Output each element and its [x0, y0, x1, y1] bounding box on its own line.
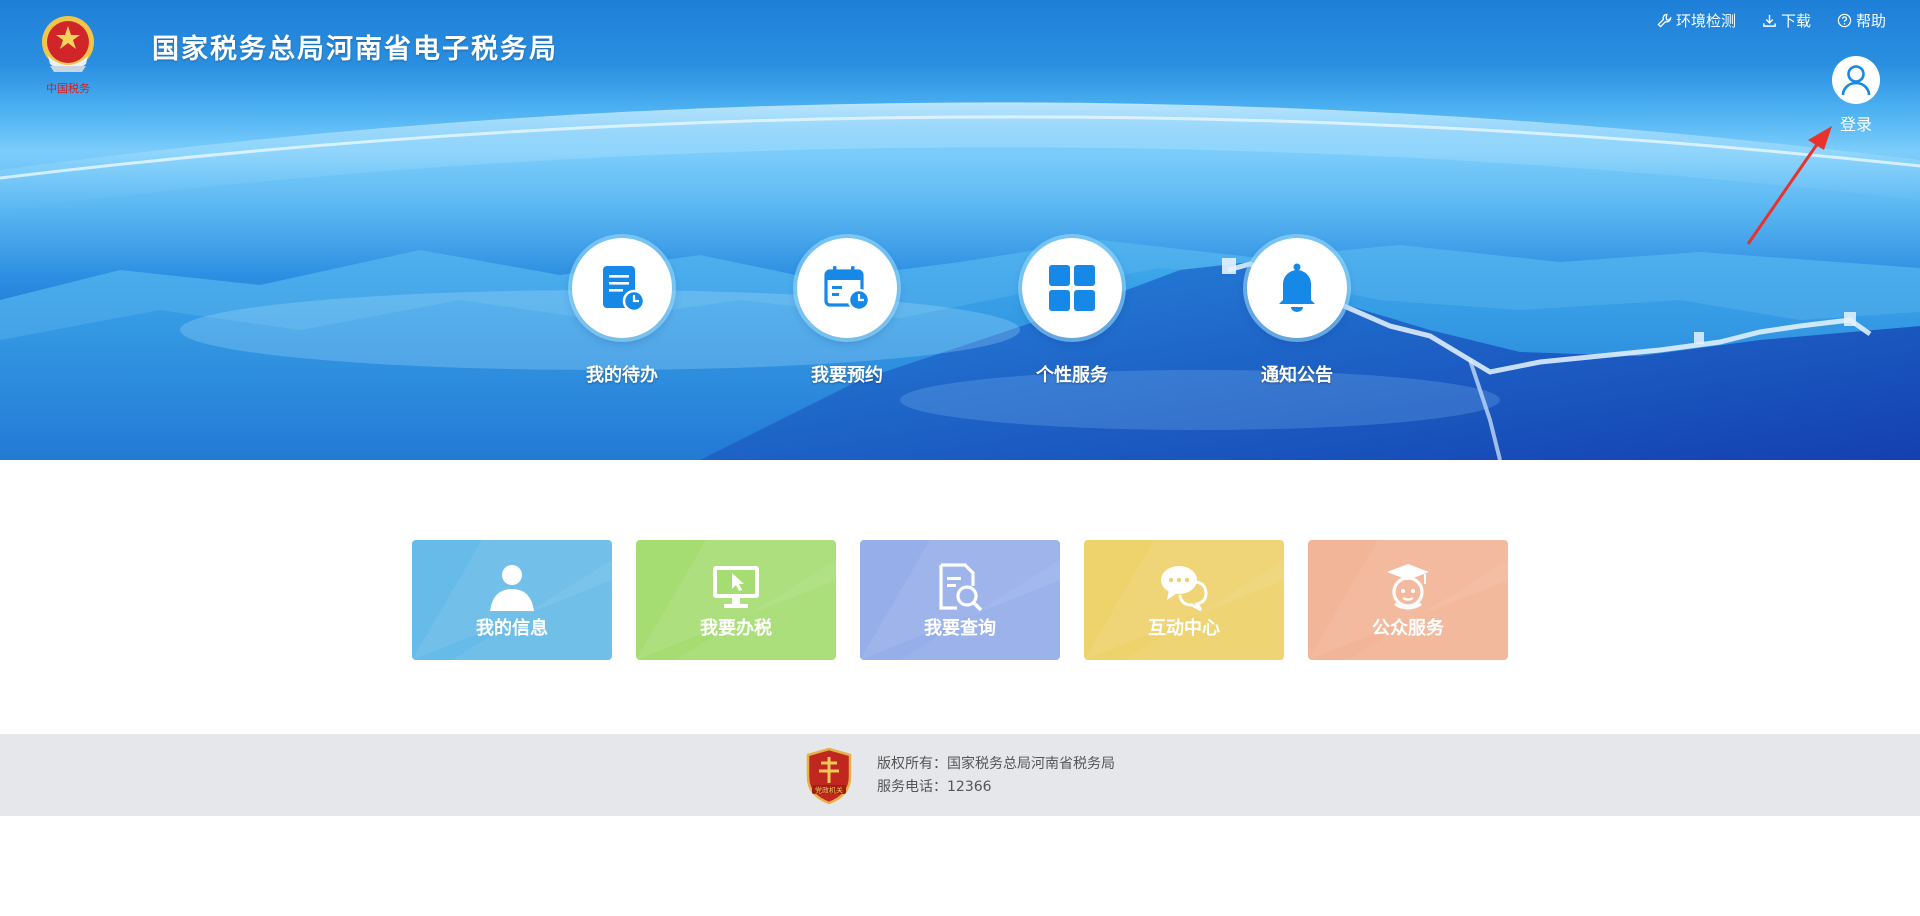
quick-entry-todo[interactable]: 我的待办	[562, 238, 682, 387]
quick-entry-notice-label: 通知公告	[1261, 365, 1333, 386]
help-label: 帮助	[1855, 12, 1886, 30]
help-circle-icon	[1837, 13, 1852, 28]
tile-query[interactable]: 我要查询	[860, 540, 1060, 660]
environment-check-link[interactable]: 环境检测	[1657, 10, 1736, 31]
badge-text: 党政机关	[815, 786, 843, 795]
environment-check-label: 环境检测	[1675, 12, 1736, 30]
quick-entry-appointment[interactable]: 我要预约	[787, 238, 907, 387]
utility-links: 环境检测 下载 帮助	[1657, 10, 1886, 31]
download-link[interactable]: 下载	[1762, 10, 1811, 31]
grid-icon	[1049, 265, 1095, 311]
monitor-cursor-icon	[713, 566, 759, 608]
service-phone-text: 服务电话：12366	[877, 779, 992, 795]
hero-banner: 中国税务 国家税务总局河南省电子税务局 环境检测 下载 帮助 登录 我的待办 我…	[0, 0, 1920, 460]
quick-entry-appointment-circle[interactable]	[797, 238, 897, 338]
wrench-icon	[1657, 13, 1672, 28]
copyright-text: 版权所有：国家税务总局河南省税务局	[877, 756, 1115, 772]
tax-emblem-logo: 中国税务	[42, 16, 94, 95]
quick-entry-notice[interactable]: 通知公告	[1237, 238, 1357, 387]
footer-text: 版权所有：国家税务总局河南省税务局 服务电话：12366	[877, 753, 1115, 799]
document-search-icon	[939, 563, 983, 612]
quick-entry-personal-service-circle[interactable]	[1022, 238, 1122, 338]
chat-bubbles-icon	[1161, 566, 1208, 612]
red-pointer-arrow-annotation	[1746, 126, 1832, 245]
tile-my-info[interactable]: 我的信息	[412, 540, 612, 660]
quick-entry-appointment-label: 我要预约	[811, 365, 883, 386]
emblem-text: 中国税务	[46, 81, 90, 95]
tile-handle-tax-label: 我要办税	[700, 618, 772, 639]
user-icon	[1841, 65, 1871, 96]
tile-handle-tax[interactable]: 我要办税	[636, 540, 836, 660]
tile-interaction-center[interactable]: 互动中心	[1084, 540, 1284, 660]
quick-entry-personal-service-label: 个性服务	[1036, 365, 1108, 386]
person-icon	[490, 565, 534, 611]
quick-entry-personal-service[interactable]: 个性服务	[1012, 238, 1132, 387]
quick-entry-notice-circle[interactable]	[1247, 238, 1347, 338]
tile-public-service-label: 公众服务	[1372, 618, 1444, 639]
tile-my-info-label: 我的信息	[476, 618, 548, 639]
tile-public-service[interactable]: 公众服务	[1308, 540, 1508, 660]
footer: 党政机关 版权所有：国家税务总局河南省税务局 服务电话：12366	[0, 734, 1920, 816]
quick-entry-todo-label: 我的待办	[586, 365, 658, 386]
site-title: 国家税务总局河南省电子税务局	[152, 33, 558, 65]
login-button[interactable]: 登录	[1830, 56, 1882, 135]
party-government-badge-icon[interactable]: 党政机关	[804, 747, 854, 805]
bell-icon	[1279, 263, 1315, 312]
download-icon	[1763, 14, 1776, 27]
calendar-clock-icon	[824, 266, 871, 312]
download-label: 下载	[1780, 12, 1811, 30]
brand: 中国税务 国家税务总局河南省电子税务局	[34, 12, 558, 96]
login-avatar[interactable]	[1832, 56, 1880, 104]
tile-query-label: 我要查询	[924, 618, 996, 639]
graduate-icon	[1387, 564, 1429, 610]
quick-entry-todo-circle[interactable]	[572, 238, 672, 338]
tile-interaction-center-label: 互动中心	[1148, 618, 1220, 639]
todo-document-clock-icon	[603, 266, 646, 313]
help-link[interactable]: 帮助	[1837, 10, 1886, 31]
